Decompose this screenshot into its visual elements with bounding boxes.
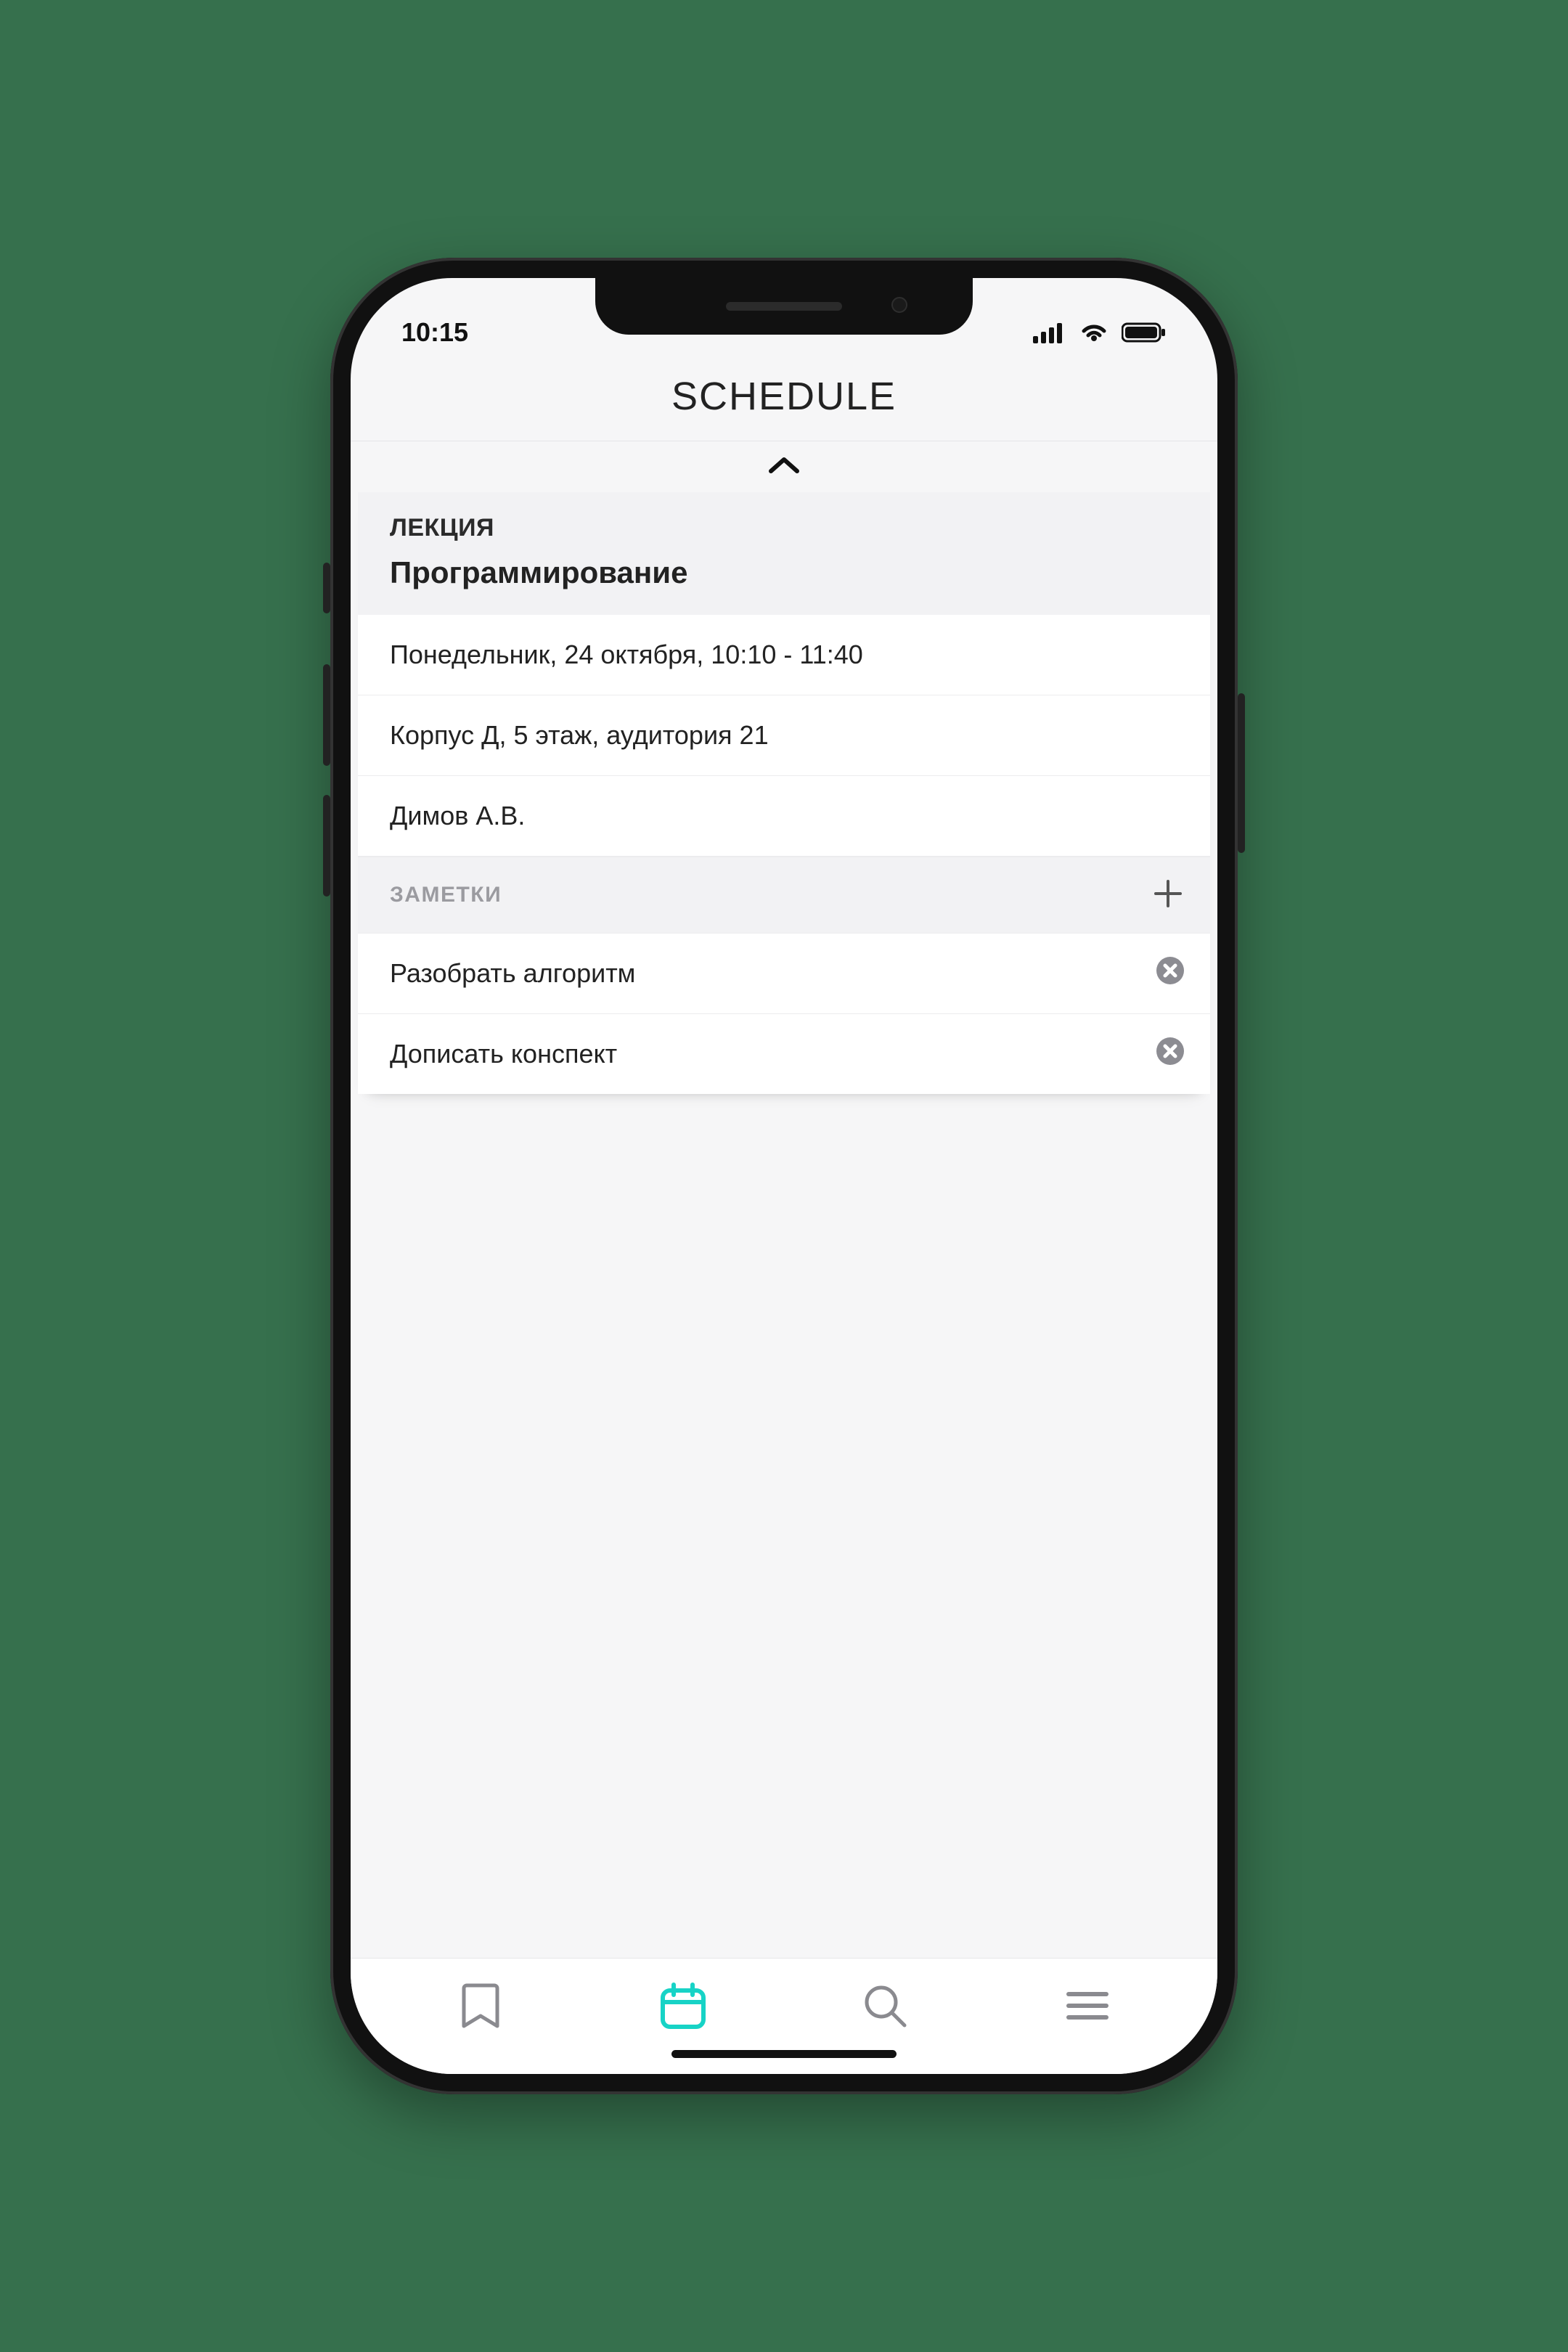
volume-up	[323, 664, 330, 766]
bookmark-icon	[460, 1981, 502, 2030]
lecture-header: ЛЕКЦИЯ Программирование	[358, 492, 1210, 615]
lecture-card: ЛЕКЦИЯ Программирование Понедельник, 24 …	[358, 492, 1210, 1094]
collapse-toggle[interactable]	[351, 441, 1217, 492]
close-circle-icon	[1155, 1036, 1185, 1073]
lecture-location: Корпус Д, 5 этаж, аудитория 21	[358, 695, 1210, 776]
lecture-teacher: Димов А.В.	[358, 776, 1210, 857]
speaker-grille	[726, 302, 842, 311]
note-text: Дописать конспект	[390, 1039, 617, 1069]
note-row[interactable]: Дописать конспект	[358, 1014, 1210, 1094]
note-text: Разобрать алгоритм	[390, 958, 635, 989]
mute-switch	[323, 563, 330, 613]
add-note-button[interactable]	[1149, 876, 1187, 914]
app-header: SCHEDULE	[351, 358, 1217, 441]
status-time: 10:15	[401, 317, 468, 348]
notch	[595, 278, 973, 335]
tab-search[interactable]	[849, 1969, 921, 2042]
content-area[interactable]: ЛЕКЦИЯ Программирование Понедельник, 24 …	[351, 441, 1217, 1958]
lecture-datetime: Понедельник, 24 октября, 10:10 - 11:40	[358, 615, 1210, 695]
wifi-icon	[1078, 321, 1110, 344]
battery-icon	[1122, 322, 1167, 343]
chevron-up-icon	[767, 455, 801, 479]
lecture-kind: ЛЕКЦИЯ	[390, 514, 1178, 542]
phone-frame: 10:15	[330, 258, 1238, 2094]
menu-icon	[1064, 1988, 1111, 2023]
home-indicator[interactable]	[671, 2050, 897, 2058]
note-row[interactable]: Разобрать алгоритм	[358, 934, 1210, 1014]
plus-icon	[1153, 878, 1183, 912]
close-circle-icon	[1155, 955, 1185, 992]
notes-label: ЗАМЕТКИ	[390, 883, 502, 907]
screen: 10:15	[351, 278, 1217, 2074]
front-camera	[891, 297, 907, 313]
cellular-icon	[1033, 322, 1066, 343]
tab-bookmarks[interactable]	[444, 1969, 517, 2042]
volume-down	[323, 795, 330, 897]
tab-menu[interactable]	[1051, 1969, 1124, 2042]
notes-header: ЗАМЕТКИ	[358, 857, 1210, 934]
search-icon	[861, 1982, 909, 2030]
tab-schedule[interactable]	[647, 1969, 719, 2042]
delete-note-button[interactable]	[1153, 1037, 1187, 1071]
page-title: SCHEDULE	[351, 374, 1217, 419]
calendar-icon	[658, 1980, 709, 2031]
lecture-subject: Программирование	[390, 555, 1178, 590]
delete-note-button[interactable]	[1153, 957, 1187, 990]
power-button	[1238, 693, 1245, 853]
